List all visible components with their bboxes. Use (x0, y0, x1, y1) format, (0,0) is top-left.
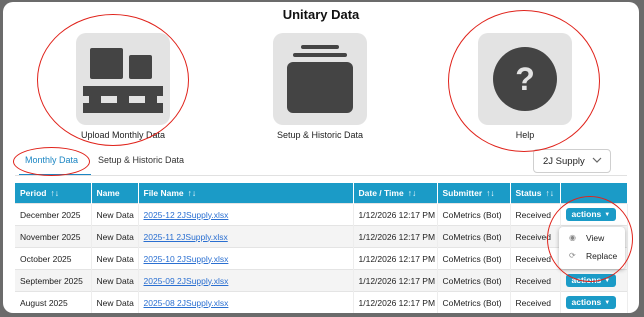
cell-status: Received (510, 203, 561, 226)
table-row: December 2025 New Data 2025-12 2JSupply.… (15, 203, 628, 226)
cell-submitter: CoMetrics (Bot) (437, 269, 511, 292)
actions-dropdown-menu: ◉ View ⟳ Replace (559, 227, 625, 269)
column-header-date-time[interactable]: Date / Time ↑↓ (353, 183, 438, 204)
cell-datetime: 1/12/2026 12:17 PM (353, 269, 438, 292)
file-link[interactable]: 2025-09 2JSupply.xlsx (144, 276, 229, 286)
cell-status: Received (510, 225, 561, 248)
cell-period: November 2025 (15, 225, 92, 248)
file-link[interactable]: 2025-11 2JSupply.xlsx (144, 232, 228, 242)
actions-button[interactable]: actions ▼ (565, 208, 617, 221)
actions-label: actions (571, 209, 602, 219)
cell-submitter: CoMetrics (Bot) (437, 225, 511, 248)
cell-datetime: 1/12/2026 12:17 PM (353, 225, 438, 248)
tab-divider (15, 175, 627, 176)
file-link[interactable]: 2025-10 2JSupply.xlsx (144, 254, 229, 264)
sort-icon[interactable]: ↑↓ (486, 188, 495, 198)
actions-button[interactable]: actions ▼ (565, 274, 617, 287)
cell-name: New Data (91, 225, 139, 248)
tab-bar: Monthly Data Setup & Historic Data (15, 150, 515, 176)
table-header-row: Period ↑↓ Name File Name ↑↓ Date / Time ↑↓ … (15, 183, 628, 204)
cell-period: September 2025 (15, 269, 92, 292)
stack-tray-icon[interactable] (273, 33, 367, 125)
column-header-submitter[interactable]: Submitter ↑↓ (437, 183, 511, 204)
menu-item-label: View (586, 233, 605, 243)
question-mark-icon[interactable]: ? (478, 33, 572, 125)
actions-button[interactable]: actions ▼ (565, 296, 617, 309)
column-header-actions (560, 183, 628, 204)
cell-submitter: CoMetrics (Bot) (437, 291, 511, 313)
column-label: Name (96, 188, 120, 198)
upload-layout-icon[interactable] (76, 33, 170, 125)
cell-name: New Data (91, 269, 139, 292)
tab-monthly-data[interactable]: Monthly Data (25, 155, 78, 165)
table-row: September 2025 New Data 2025-09 2JSupply… (15, 269, 628, 292)
page-title: Unitary Data (282, 7, 360, 22)
column-header-status[interactable]: Status ↑↓ (510, 183, 561, 204)
cell-submitter: CoMetrics (Bot) (437, 247, 511, 270)
supply-select[interactable]: 2J Supply (533, 149, 611, 173)
chevron-down-icon (592, 156, 602, 167)
table-row: August 2025 New Data 2025-08 2JSupply.xl… (15, 291, 628, 313)
cell-status: Received (510, 269, 561, 292)
column-header-file-name[interactable]: File Name ↑↓ (138, 183, 354, 204)
menu-item-view[interactable]: ◉ View (559, 229, 625, 247)
help-card[interactable]: ? Help (450, 33, 600, 143)
svg-text:?: ? (515, 61, 535, 97)
cell-name: New Data (91, 203, 139, 226)
caret-down-icon: ▼ (604, 300, 611, 306)
cell-status: Received (510, 247, 561, 270)
sort-icon[interactable]: ↑↓ (50, 188, 59, 198)
cell-status: Received (510, 291, 561, 313)
cell-datetime: 1/12/2026 12:17 PM (353, 291, 438, 313)
cell-period: December 2025 (15, 203, 92, 226)
column-label: File Name (143, 188, 184, 198)
sort-icon[interactable]: ↑↓ (545, 188, 554, 198)
menu-item-label: Replace (586, 251, 618, 261)
file-link[interactable]: 2025-08 2JSupply.xlsx (144, 298, 229, 308)
cell-name: New Data (91, 247, 139, 270)
sort-icon[interactable]: ↑↓ (408, 188, 417, 198)
supply-select-value: 2J Supply (543, 156, 585, 167)
file-link[interactable]: 2025-12 2JSupply.xlsx (144, 210, 229, 220)
actions-label: actions (571, 297, 602, 307)
column-label: Status (515, 188, 542, 198)
eye-icon: ◉ (569, 233, 576, 242)
table-row: November 2025 New Data 2025-11 2JSupply.… (15, 225, 628, 248)
help-label: Help (515, 130, 535, 140)
actions-label: actions (571, 275, 602, 285)
menu-item-replace[interactable]: ⟳ Replace (559, 247, 625, 265)
cell-period: October 2025 (15, 247, 92, 270)
cell-period: August 2025 (15, 291, 92, 313)
cell-name: New Data (91, 291, 139, 313)
app-window: Unitary Data Upload Monthly Data Setup &… (3, 2, 639, 313)
column-label: Date / Time (358, 188, 404, 198)
column-label: Submitter (442, 188, 483, 198)
tab-setup-historic-data[interactable]: Setup & Historic Data (98, 155, 184, 165)
cell-datetime: 1/12/2026 12:17 PM (353, 247, 438, 270)
caret-down-icon: ▼ (604, 212, 611, 218)
column-header-name[interactable]: Name (91, 183, 139, 204)
replace-icon: ⟳ (569, 251, 576, 260)
table-row: October 2025 New Data 2025-10 2JSupply.x… (15, 247, 628, 270)
upload-monthly-data-card[interactable]: Upload Monthly Data (48, 33, 198, 143)
caret-down-icon: ▼ (604, 278, 611, 284)
sort-icon[interactable]: ↑↓ (188, 188, 197, 198)
upload-monthly-data-label: Upload Monthly Data (80, 130, 166, 140)
cell-submitter: CoMetrics (Bot) (437, 203, 511, 226)
cell-datetime: 1/12/2026 12:17 PM (353, 203, 438, 226)
column-label: Period (20, 188, 47, 198)
data-table: Period ↑↓ Name File Name ↑↓ Date / Time ↑↓ … (15, 183, 628, 313)
setup-historic-data-label: Setup & Historic Data (276, 130, 364, 140)
column-header-period[interactable]: Period ↑↓ (15, 183, 92, 204)
setup-historic-data-card[interactable]: Setup & Historic Data (245, 33, 395, 143)
